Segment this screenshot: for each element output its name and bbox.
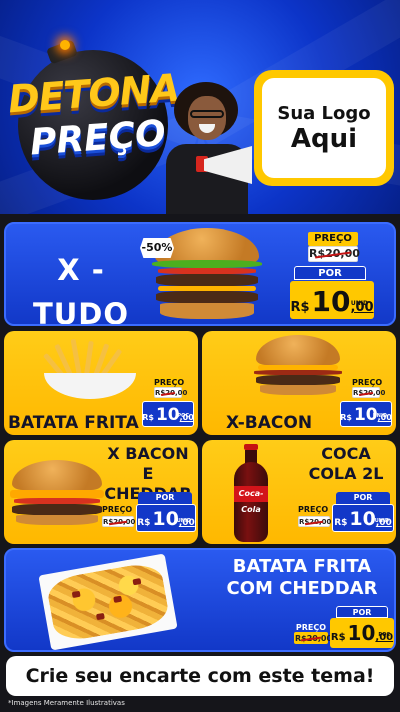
person-with-megaphone-image [162, 82, 254, 214]
bun-bottom [16, 515, 98, 525]
promo-price: R$ 10 ,00 POC [142, 401, 194, 427]
old-price: R$20,00 [352, 387, 386, 398]
burger-icon [254, 335, 342, 395]
logo-placeholder[interactable]: Sua Logo Aqui [254, 70, 394, 186]
lettuce [152, 260, 262, 268]
promo-price: R$ 10 ,00 POC [330, 618, 394, 648]
product-card-batata-frita[interactable]: BATATA FRITA PREÇO R$20,00 R$ 10 ,00 POC [4, 331, 198, 435]
product-name-line2: COM CHEDDAR [226, 578, 378, 599]
product-name-line1: COCA [321, 444, 371, 463]
price-value: 10 [155, 405, 180, 425]
price-unit: POC [378, 632, 390, 638]
price-value: 10 [311, 285, 351, 318]
price-currency: R$ [142, 413, 154, 422]
bun-top [12, 460, 102, 490]
old-price: R$20,00 [154, 387, 188, 398]
old-price: R$20,00 [102, 516, 136, 527]
old-price: R$20,00 [308, 246, 360, 262]
product-name: BATATA FRITA COM CHEDDAR [212, 556, 392, 600]
price-value: 10 [349, 508, 376, 530]
glasses [190, 110, 224, 118]
product-name: BATATA FRITA [8, 413, 139, 433]
product-card-coca-cola[interactable]: Coca-Cola COCA COLA 2L PREÇO R$20,00 POR… [202, 440, 396, 544]
price-unit: UNID [176, 518, 191, 524]
patty [156, 291, 258, 303]
por-label: POR [336, 492, 390, 504]
promo-price: R$ 10 ,00 UNID [136, 504, 196, 532]
product-card-x-bacon[interactable]: X-BACON PREÇO R$20,00 R$ 10 ,00 UNID [202, 331, 396, 435]
promo-price: R$ 10 ,00 UNID [332, 504, 394, 532]
header-banner: DETONA PREÇO Sua Logo Aqui [0, 0, 400, 214]
product-card-x-bacon-cheddar[interactable]: X BACON E CHEDDAR PREÇO R$20,00 POR R$ 1… [4, 440, 198, 544]
price-currency: R$ [334, 518, 348, 528]
fuse-spark-icon [60, 40, 70, 50]
price-unit: POC [177, 413, 189, 419]
price-value: 10 [152, 508, 179, 530]
product-name-line1: X BACON E [107, 444, 189, 483]
fries-tray-icon [38, 553, 178, 650]
price-currency: R$ [340, 413, 352, 422]
price-unit: UNID [350, 300, 368, 307]
cheddar [10, 490, 104, 498]
product-card-x-tudo[interactable]: X - TUDO -50% PREÇO R$20,00 POR R$ 10 ,0… [4, 222, 396, 326]
old-price: R$20,00 [298, 516, 332, 527]
price-currency: R$ [290, 300, 310, 315]
patty [256, 375, 340, 385]
por-label: POR [138, 492, 192, 504]
patty [12, 504, 102, 515]
logo-text-line1: Sua Logo [277, 102, 371, 124]
product-card-batata-frita-cheddar[interactable]: BATATA FRITA COM CHEDDAR PREÇO R$20,00 P… [4, 548, 396, 652]
burger-icon [10, 460, 104, 526]
product-name: COCA COLA 2L [298, 444, 394, 484]
patty [156, 274, 258, 286]
price-currency: R$ [330, 632, 346, 643]
promo-price: R$ 10 ,00 UNID [340, 401, 392, 427]
por-label: POR [294, 266, 366, 280]
product-name-line2: COLA 2L [308, 464, 384, 483]
fries-with-cheddar [45, 560, 171, 644]
price-unit: UNID [374, 518, 389, 524]
product-name: X - TUDO [26, 248, 136, 326]
product-name-line1: X - [57, 253, 105, 287]
product-name-line2: TUDO [32, 297, 130, 326]
old-price: R$20,00 [294, 632, 333, 644]
fries-icon [42, 338, 136, 399]
bun-top [256, 335, 340, 365]
bottle-label: Coca-Cola [234, 486, 268, 514]
bun-bottom [260, 385, 336, 395]
face [188, 96, 226, 140]
price-value: 10 [347, 621, 376, 645]
price-currency: R$ [137, 518, 151, 528]
logo-text-line2: Aqui [290, 123, 358, 154]
bun-bottom [160, 303, 254, 319]
product-name-line1: BATATA FRITA [232, 556, 372, 577]
price-unit: UNID [372, 413, 387, 419]
promo-price: R$ 10 ,00 UNID [290, 281, 374, 319]
product-name: X-BACON [226, 413, 313, 433]
price-label: PREÇO [102, 505, 133, 514]
price-label: PREÇO [308, 232, 358, 246]
bowl [44, 373, 136, 399]
footnote: *Imagens Meramente Ilustrativas [8, 699, 125, 707]
logo-placeholder-inner: Sua Logo Aqui [262, 78, 386, 178]
discount-badge: -50% [140, 238, 174, 258]
cta-banner[interactable]: Crie seu encarte com este tema! [6, 656, 394, 696]
por-label: POR [336, 606, 388, 618]
price-label: PREÇO [298, 505, 329, 514]
soda-bottle-icon: Coca-Cola [234, 444, 268, 542]
